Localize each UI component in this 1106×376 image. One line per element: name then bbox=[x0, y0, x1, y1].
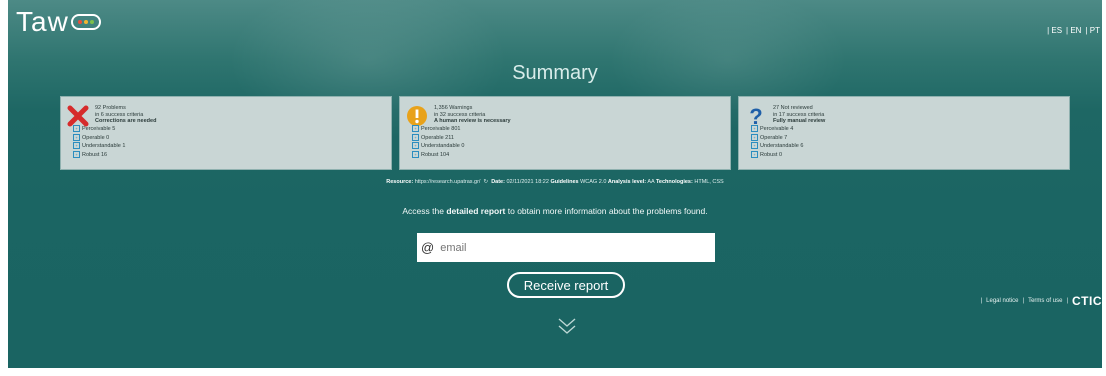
guidelines-value: WCAG 2.0 bbox=[580, 179, 607, 185]
logo-icon bbox=[70, 14, 101, 30]
detailed-report-link[interactable]: detailed report bbox=[446, 206, 505, 216]
guidelines-label: Guidelines bbox=[550, 179, 579, 185]
card-sub: in 17 success criteria bbox=[773, 111, 825, 118]
expand-icon[interactable]: + bbox=[751, 125, 758, 132]
card-note: Corrections are needed bbox=[95, 118, 157, 125]
access-text: Access the detailed report to obtain mor… bbox=[402, 206, 708, 216]
list-item[interactable]: + Perceivable 4 bbox=[751, 125, 803, 134]
list-item[interactable]: + Robust 16 bbox=[73, 150, 125, 160]
page-title: Summary bbox=[512, 62, 598, 84]
refresh-icon[interactable]: ↻ bbox=[484, 179, 489, 185]
date-value: 02/11/2021 18:22 bbox=[506, 179, 549, 185]
date-label: Date: bbox=[491, 179, 505, 185]
expand-icon[interactable]: + bbox=[412, 142, 419, 150]
svg-text:?: ? bbox=[749, 105, 762, 127]
legal-notice-link[interactable]: Legal notice bbox=[986, 298, 1018, 304]
card-sub: in 32 success criteria bbox=[434, 111, 486, 118]
warning-icon bbox=[407, 106, 427, 126]
expand-icon[interactable]: + bbox=[73, 142, 80, 150]
expand-icon[interactable]: + bbox=[751, 150, 758, 158]
expand-icon[interactable]: + bbox=[73, 125, 80, 132]
expand-icon[interactable]: + bbox=[412, 133, 419, 141]
receive-report-button[interactable]: Receive report bbox=[507, 272, 625, 298]
list-item[interactable]: + Perceivable 5 bbox=[73, 125, 125, 134]
list-item[interactable]: + Understandable 0 bbox=[412, 142, 464, 151]
lang-en-link[interactable]: | EN bbox=[1066, 26, 1081, 35]
list-item[interactable]: + Robust 0 bbox=[751, 150, 803, 160]
list-item[interactable]: + Understandable 1 bbox=[73, 142, 125, 151]
list-item[interactable]: + Operable 211 bbox=[412, 133, 464, 143]
footer-links: | Legal notice | Terms of use | CTIC bbox=[980, 294, 1102, 308]
tech-value: HTML, CSS bbox=[694, 179, 724, 185]
card-note: Fully manual review bbox=[773, 118, 826, 125]
level-label: Analysis level: bbox=[607, 179, 647, 185]
card-items: + Perceivable 4 + Operable 7 + Understandab… bbox=[751, 125, 803, 159]
logo-text: Taw bbox=[16, 6, 69, 37]
expand-icon[interactable]: + bbox=[73, 133, 80, 141]
card-items: + Perceivable 5 + Operable 0 + Understandab… bbox=[73, 125, 125, 159]
problems-card: 92 Problems in 6 success criteria Correc… bbox=[60, 96, 392, 170]
card-headline: 92 Problems bbox=[95, 105, 126, 111]
not-reviewed-card: ? 27 Not reviewed in 17 success criteria… bbox=[738, 96, 1070, 170]
page-background: Taw | ES | EN | PT Summary 92 Problems i… bbox=[8, 0, 1102, 368]
card-sub: in 6 success criteria bbox=[95, 111, 144, 118]
list-item[interactable]: + Understandable 6 bbox=[751, 142, 803, 151]
analysis-info: Resource: https://research.upatras.gr/ ↻… bbox=[8, 179, 1102, 185]
warnings-card: 1,356 Warnings in 32 success criteria A … bbox=[399, 96, 731, 170]
list-item[interactable]: + Robust 104 bbox=[412, 150, 464, 160]
terms-of-use-link[interactable]: Terms of use bbox=[1028, 298, 1062, 304]
error-x-icon bbox=[67, 105, 89, 127]
lang-es-link[interactable]: | ES bbox=[1047, 26, 1062, 35]
at-icon: @ bbox=[421, 240, 435, 255]
card-items: + Perceivable 801 + Operable 211 + Understa… bbox=[412, 125, 464, 159]
expand-icon[interactable]: + bbox=[751, 142, 758, 150]
chevron-down-icon[interactable] bbox=[556, 316, 578, 336]
list-item[interactable]: + Operable 7 bbox=[751, 133, 803, 143]
card-headline: 27 Not reviewed bbox=[773, 105, 813, 111]
expand-icon[interactable]: + bbox=[412, 150, 419, 158]
email-field[interactable]: @ bbox=[417, 233, 715, 262]
ctic-logo[interactable]: CTIC bbox=[1072, 294, 1102, 308]
expand-icon[interactable]: + bbox=[412, 125, 419, 132]
logo[interactable]: Taw bbox=[16, 6, 101, 38]
card-headline: 1,356 Warnings bbox=[434, 105, 473, 111]
email-input[interactable] bbox=[438, 240, 693, 255]
list-item[interactable]: + Operable 0 bbox=[73, 133, 125, 143]
card-note: A human review is necessary bbox=[434, 118, 511, 125]
lang-pt-link[interactable]: | PT bbox=[1085, 26, 1100, 35]
question-icon: ? bbox=[749, 105, 762, 127]
tech-label: Technologies: bbox=[655, 179, 693, 185]
expand-icon[interactable]: + bbox=[73, 150, 80, 158]
resource-url[interactable]: https://research.upatras.gr/ bbox=[415, 179, 481, 185]
expand-icon[interactable]: + bbox=[751, 133, 758, 141]
language-selector: | ES | EN | PT bbox=[1047, 26, 1100, 35]
level-value: AA bbox=[647, 179, 655, 185]
resource-label: Resource: bbox=[386, 179, 414, 185]
list-item[interactable]: + Perceivable 801 bbox=[412, 125, 464, 134]
